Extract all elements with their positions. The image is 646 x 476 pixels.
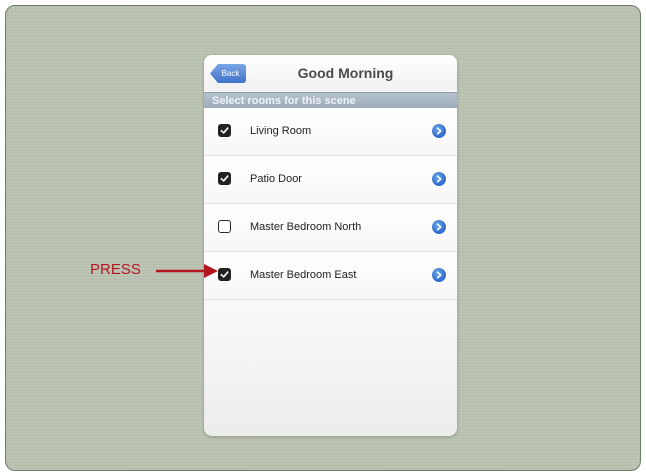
room-row-master-bedroom-east[interactable]: Master Bedroom East <box>204 252 457 300</box>
room-label: Master Bedroom East <box>250 269 357 281</box>
room-checkbox[interactable] <box>218 124 231 137</box>
room-checkbox[interactable] <box>218 172 231 185</box>
room-label: Patio Door <box>250 173 302 185</box>
detail-disclosure-button[interactable] <box>432 220 446 234</box>
check-icon <box>220 271 229 278</box>
section-header: Select rooms for this scene <box>204 92 457 108</box>
background-panel: Back Good Morning Select rooms for this … <box>5 5 641 471</box>
chevron-right-icon <box>436 223 442 231</box>
press-annotation-label: PRESS <box>90 261 141 278</box>
page-title: Good Morning <box>297 65 394 81</box>
detail-disclosure-button[interactable] <box>432 124 446 138</box>
phone-screen: Back Good Morning Select rooms for this … <box>204 55 457 436</box>
room-row-master-bedroom-north[interactable]: Master Bedroom North <box>204 204 457 252</box>
room-label: Living Room <box>250 125 312 137</box>
chevron-right-icon <box>436 127 442 135</box>
check-icon <box>220 127 229 134</box>
room-row-patio-door[interactable]: Patio Door <box>204 156 457 204</box>
chevron-right-icon <box>436 271 442 279</box>
detail-disclosure-button[interactable] <box>432 172 446 186</box>
back-button[interactable]: Back <box>210 64 246 83</box>
detail-disclosure-button[interactable] <box>432 268 446 282</box>
room-row-living-room[interactable]: Living Room <box>204 108 457 156</box>
room-list: Living Room Patio Door Master Bedroom No… <box>204 108 457 300</box>
room-checkbox[interactable] <box>218 220 231 233</box>
check-icon <box>220 175 229 182</box>
arrow-right-icon <box>156 264 218 278</box>
room-checkbox[interactable] <box>218 268 231 281</box>
nav-bar: Back Good Morning <box>204 55 457 91</box>
chevron-right-icon <box>436 175 442 183</box>
room-label: Master Bedroom North <box>250 221 362 233</box>
